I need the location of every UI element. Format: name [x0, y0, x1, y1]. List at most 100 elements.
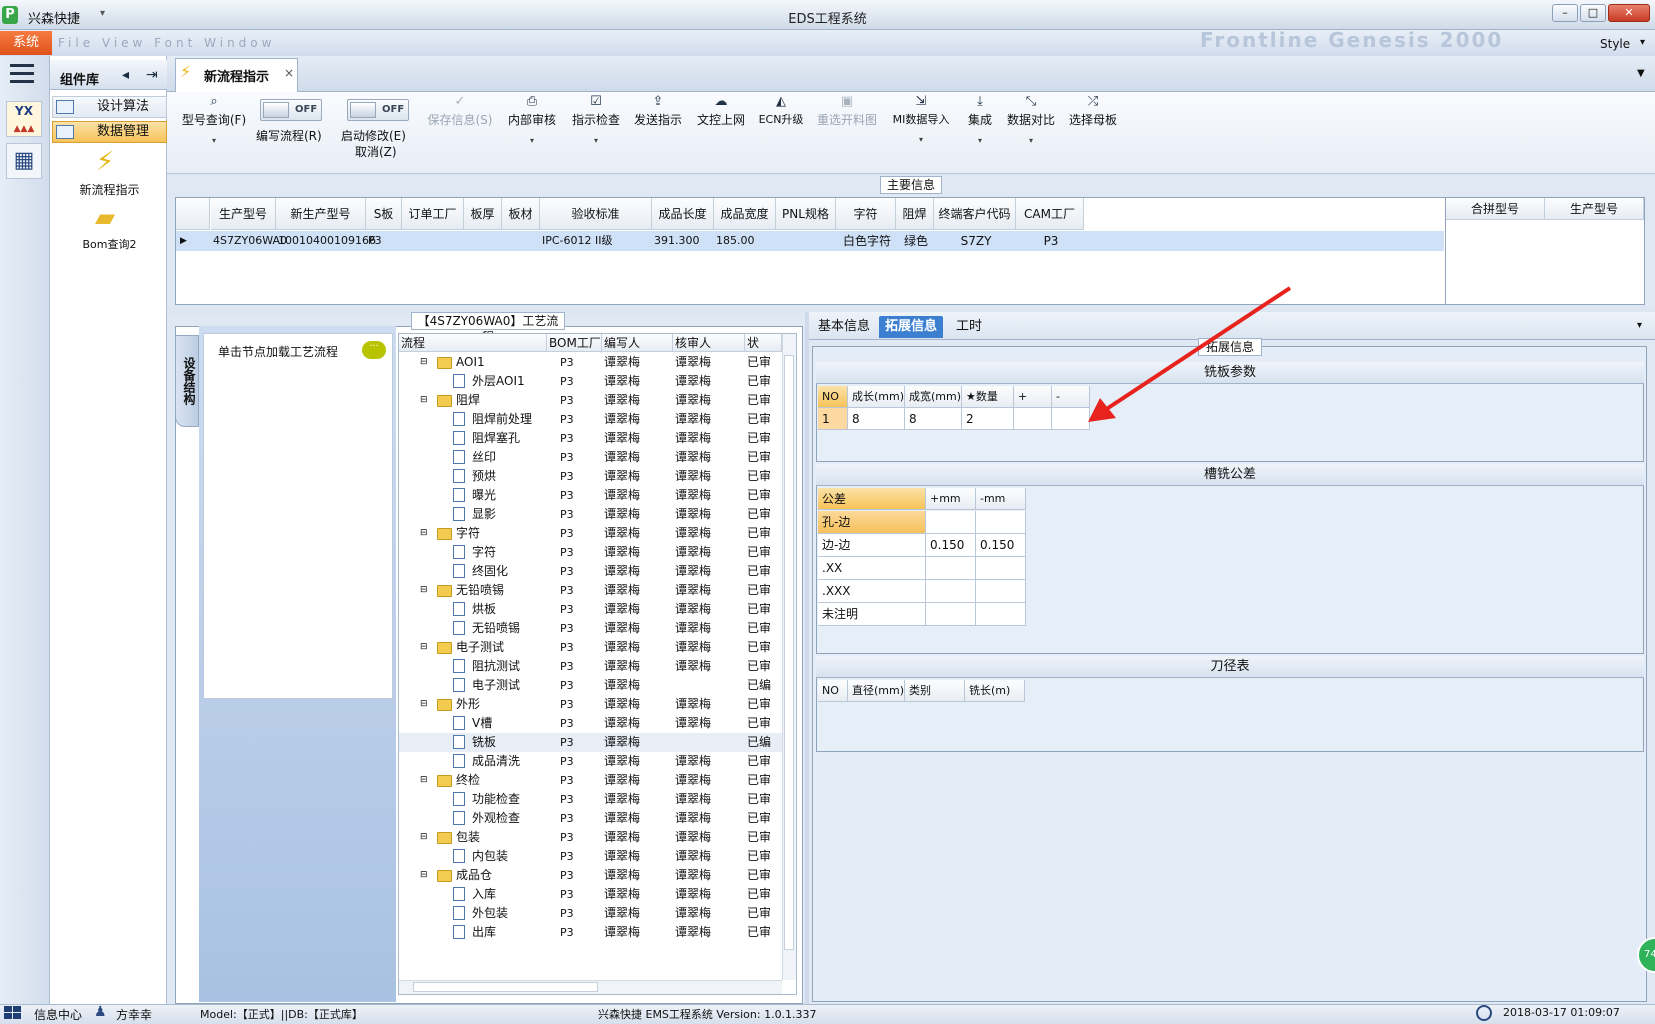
tree-row[interactable]: 终固化 P3 谭翠梅 谭翠梅 已审 [399, 562, 783, 581]
table-cell[interactable]: 1 [818, 408, 848, 430]
new-process-launcher[interactable]: 新流程指示 [52, 181, 167, 198]
lightning-icon[interactable]: ⚡ [90, 147, 120, 177]
tree-row[interactable]: 阻焊前处理 P3 谭翠梅 谭翠梅 已审 [399, 410, 783, 429]
column-header[interactable]: +mm [926, 488, 976, 510]
table-cell[interactable] [976, 603, 1026, 626]
column-header[interactable]: 字符 [836, 198, 896, 230]
column-header[interactable]: 生产型号 [211, 198, 276, 230]
internal-review-button[interactable]: ⎙ 内部审核 ▾ [506, 94, 558, 145]
table-cell[interactable]: 边-边 [818, 534, 926, 557]
system-menu-button[interactable]: 系统 [0, 31, 52, 55]
tree-row[interactable]: 铣板 P3 谭翠梅 已编 [399, 733, 783, 752]
tree-row[interactable]: 显影 P3 谭翠梅 谭翠梅 已审 [399, 505, 783, 524]
tab-close-icon[interactable]: × [284, 66, 294, 80]
select-master-button[interactable]: ⤮ 选择母板 [1067, 94, 1119, 128]
column-header[interactable]: BOM工厂 [547, 334, 602, 352]
table-cell[interactable]: P3 [1018, 231, 1084, 251]
bom-query-launcher[interactable]: Bom查询2 [52, 236, 167, 252]
column-header[interactable]: 公差 [818, 488, 926, 510]
tree-row[interactable]: ⊟ 包装 P3 谭翠梅 谭翠梅 已审 [399, 828, 783, 847]
column-header[interactable]: 订单工厂 [402, 198, 464, 230]
write-flow-toggle[interactable]: OFF [260, 99, 322, 121]
column-header[interactable]: 生产型号 [1545, 198, 1644, 220]
tab-work-hours[interactable]: 工时 [950, 316, 988, 338]
table-cell[interactable]: 10010400109166 [278, 231, 376, 251]
tree-row[interactable]: ⊟ 终检 P3 谭翠梅 谭翠梅 已审 [399, 771, 783, 790]
table-cell[interactable]: 2 [962, 408, 1014, 430]
data-compare-button[interactable]: ⤡ 数据对比 ▾ [1005, 94, 1057, 145]
table-cell[interactable] [926, 603, 976, 626]
table-cell[interactable]: S7ZY [936, 231, 1016, 251]
table-cell[interactable]: 未注明 [818, 603, 926, 626]
scrollbar-thumb[interactable] [784, 355, 794, 950]
tree-row[interactable]: ⊟ AOI1 P3 谭翠梅 谭翠梅 已审 [399, 353, 783, 372]
calculator-icon[interactable]: ▦ [6, 143, 42, 179]
tab-basic-info[interactable]: 基本信息 [812, 316, 876, 338]
column-header[interactable]: ★数量 [962, 386, 1014, 408]
tree-row[interactable]: 外观检查 P3 谭翠梅 谭翠梅 已审 [399, 809, 783, 828]
table-cell[interactable]: 391.300 [654, 231, 714, 251]
table-cell[interactable]: 0.150 [976, 534, 1026, 557]
column-header[interactable]: 成长(mm) [848, 386, 905, 408]
table-cell[interactable]: 185.00 [716, 231, 776, 251]
column-header[interactable]: 合拼型号 [1446, 198, 1545, 220]
style-menu[interactable]: Style [1600, 37, 1630, 51]
tree-row[interactable]: 无铅喷锡 P3 谭翠梅 谭翠梅 已审 [399, 619, 783, 638]
tab-list-dropdown-icon[interactable]: ▾ [1637, 320, 1642, 331]
column-header[interactable]: 板厚 [464, 198, 502, 230]
tree-row[interactable]: ⊟ 外形 P3 谭翠梅 谭翠梅 已审 [399, 695, 783, 714]
tree-row[interactable]: 电子测试 P3 谭翠梅 已编 [399, 676, 783, 695]
save-info-button[interactable]: ✓ 保存信息(S) [424, 94, 496, 128]
tree-row[interactable]: 阻抗测试 P3 谭翠梅 谭翠梅 已审 [399, 657, 783, 676]
tree-row[interactable]: 功能检查 P3 谭翠梅 谭翠梅 已审 [399, 790, 783, 809]
tree-row[interactable]: 入库 P3 谭翠梅 谭翠梅 已审 [399, 885, 783, 904]
maximize-button[interactable]: □ [1580, 4, 1606, 22]
tree-row[interactable]: 阻焊塞孔 P3 谭翠梅 谭翠梅 已审 [399, 429, 783, 448]
tree-row[interactable]: 出库 P3 谭翠梅 谭翠梅 已审 [399, 923, 783, 942]
table-cell[interactable] [504, 231, 540, 251]
table-cell[interactable]: 8 [905, 408, 962, 430]
minimize-button[interactable]: – [1552, 4, 1578, 22]
style-dropdown-icon[interactable]: ▾ [1640, 37, 1645, 48]
send-indicator-button[interactable]: ⇪ 发送指示 [632, 94, 684, 128]
column-header[interactable]: + [1014, 386, 1052, 408]
column-header[interactable]: 板材 [502, 198, 540, 230]
node-hint-box[interactable] [203, 333, 393, 699]
column-header[interactable]: 新生产型号 [276, 198, 366, 230]
collapse-icon[interactable]: ⊟ [420, 353, 428, 372]
tree-row[interactable]: 外包装 P3 谭翠梅 谭翠梅 已审 [399, 904, 783, 923]
integrate-button[interactable]: ⤓ 集成 ▾ [964, 94, 996, 145]
pin-panel-icon[interactable]: ⇥ [146, 67, 158, 83]
table-cell[interactable] [404, 231, 464, 251]
table-cell[interactable]: 8 [848, 408, 905, 430]
tree-row[interactable]: ⊟ 无铅喷锡 P3 谭翠梅 谭翠梅 已审 [399, 581, 783, 600]
collapse-icon[interactable]: ⊟ [420, 828, 428, 847]
column-header[interactable]: 验收标准 [540, 198, 652, 230]
table-cell[interactable] [976, 557, 1026, 580]
table-cell[interactable] [926, 511, 976, 534]
column-header[interactable]: NO [818, 680, 848, 702]
folder-icon[interactable]: ▰ [90, 203, 120, 233]
column-header[interactable]: 成宽(mm) [905, 386, 962, 408]
tree-row[interactable]: 外层AOI1 P3 谭翠梅 谭翠梅 已审 [399, 372, 783, 391]
column-header[interactable]: 终端客户代码 [934, 198, 1016, 230]
tree-row[interactable]: 预烘 P3 谭翠梅 谭翠梅 已审 [399, 467, 783, 486]
column-header[interactable]: 成品宽度 [714, 198, 776, 230]
collapse-icon[interactable]: ⊟ [420, 524, 428, 543]
tree-row[interactable]: 烘板 P3 谭翠梅 谭翠梅 已审 [399, 600, 783, 619]
collapse-icon[interactable]: ⊟ [420, 695, 428, 714]
column-header[interactable]: -mm [976, 488, 1026, 510]
yx-module-icon[interactable]: YX ▲▲▲ [6, 101, 42, 137]
doc-upload-button[interactable]: ☁ 文控上网 [695, 94, 747, 128]
table-cell[interactable]: .XX [818, 557, 926, 580]
dropdown-arrow-icon[interactable]: ▾ [180, 136, 248, 145]
column-header[interactable]: 阻焊 [896, 198, 934, 230]
table-cell[interactable] [778, 231, 836, 251]
tree-row[interactable]: 丝印 P3 谭翠梅 谭翠梅 已审 [399, 448, 783, 467]
table-cell[interactable]: IPC-6012 II级 [542, 231, 652, 251]
tab-extended-info[interactable]: 拓展信息 [879, 316, 944, 338]
hamburger-menu-icon[interactable] [10, 64, 34, 84]
table-cell[interactable] [976, 580, 1026, 603]
column-header[interactable]: S板 [366, 198, 402, 230]
table-cell[interactable] [926, 557, 976, 580]
